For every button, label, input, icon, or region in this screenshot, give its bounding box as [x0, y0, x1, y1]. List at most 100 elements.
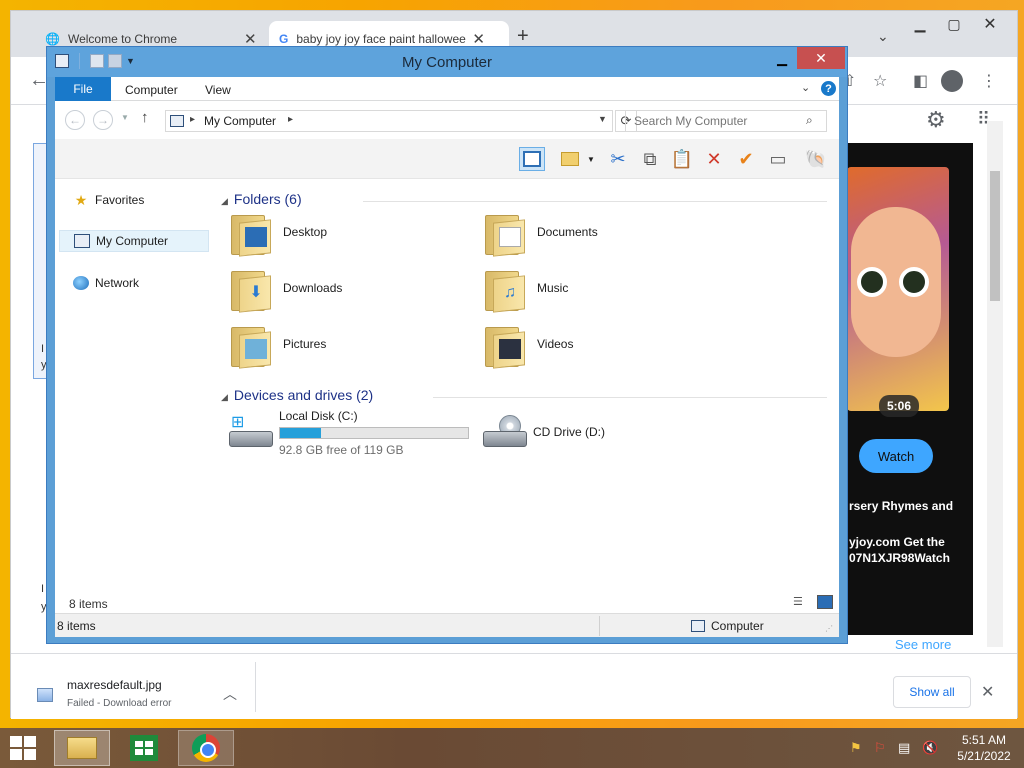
preview-pane-button[interactable] — [519, 147, 545, 171]
downloads-folder-icon: ⬇ — [231, 267, 271, 313]
shell-icon[interactable]: 🐚 — [803, 147, 829, 171]
resize-grip-icon[interactable]: ⋰ — [825, 624, 833, 633]
tab-file[interactable]: File — [55, 77, 111, 101]
computer-icon — [74, 234, 90, 248]
chrome-minimize-button[interactable]: ▁ — [903, 11, 937, 37]
recent-locations-chevron-icon[interactable]: ▼ — [121, 113, 129, 122]
close-button[interactable]: ✕ — [797, 47, 845, 69]
tab-title: Welcome to Chrome — [67, 32, 178, 46]
command-toolbar: ▼ ✂ ⧉ 📋 ✕ ✔ ▭ 🐚 — [55, 139, 839, 179]
cut-icon[interactable]: ✂ — [605, 147, 631, 171]
group-header-devices[interactable]: ◢ Devices and drives (2) — [221, 387, 373, 403]
hard-drive-icon: ⊞ — [227, 415, 275, 451]
address-bar[interactable]: ▸ My Computer ▸ ▼ — [165, 110, 613, 132]
explorer-window: ▼ My Computer ▁ ✕ File Computer View ⌄ ?… — [46, 46, 848, 644]
nav-item-my-computer[interactable]: My Computer — [59, 230, 209, 252]
taskbar: ⚑ ⚐ ▤ 🔇 5:51 AM 5/21/2022 — [0, 728, 1024, 768]
drive-usage-fill — [280, 428, 322, 438]
folder-documents[interactable]: Documents — [479, 209, 719, 259]
folder-downloads[interactable]: ⬇ Downloads — [225, 265, 465, 315]
minimize-button[interactable]: ▁ — [771, 51, 793, 71]
inline-status-area — [55, 591, 839, 613]
page-scrollbar[interactable] — [987, 121, 1003, 647]
volume-muted-icon[interactable]: 🔇 — [922, 740, 938, 756]
search-input[interactable] — [634, 114, 804, 128]
scrollbar-thumb[interactable] — [990, 171, 1000, 301]
rename-check-icon[interactable]: ✔ — [733, 147, 759, 171]
watch-button[interactable]: Watch — [859, 439, 933, 473]
windows-logo-pane — [10, 736, 22, 747]
folder-label: Desktop — [283, 225, 328, 239]
ribbon-tabs: File Computer View ⌄ ? — [55, 77, 839, 101]
help-icon[interactable]: ? — [821, 81, 836, 96]
show-all-button[interactable]: Show all — [893, 676, 971, 708]
search-icon[interactable]: ⌕ — [806, 113, 813, 128]
folder-videos[interactable]: Videos — [479, 321, 719, 371]
folder-label: Music — [537, 281, 569, 295]
delete-icon[interactable]: ✕ — [701, 147, 727, 171]
left-text-fragment: I — [41, 583, 45, 595]
side-panel-icon[interactable]: ◧ — [913, 71, 928, 91]
nav-item-favorites[interactable]: ★ Favorites — [59, 189, 209, 211]
folder-options-dropdown-icon[interactable]: ▼ — [585, 147, 597, 171]
expand-ribbon-chevron-icon[interactable]: ⌄ — [801, 81, 810, 94]
flag-icon[interactable]: ⚑ — [850, 740, 866, 756]
forward-button[interactable]: → — [93, 110, 113, 130]
drive-cd-d[interactable]: CD Drive (D:) — [479, 405, 719, 461]
explorer-titlebar[interactable]: ▼ My Computer ▁ ✕ — [47, 47, 847, 77]
collapse-arrow-icon[interactable]: ◢ — [221, 196, 228, 206]
up-arrow-icon[interactable]: ↑ — [141, 109, 149, 126]
cd-drive-icon — [481, 415, 529, 451]
chrome-menu-icon[interactable]: ⋮ — [981, 71, 997, 91]
desktop-folder-icon — [231, 211, 271, 257]
gear-icon[interactable]: ⚙ — [926, 107, 946, 133]
chrome-maximize-button[interactable]: ▢ — [937, 11, 971, 37]
download-filename[interactable]: maxresdefault.jpg — [67, 678, 162, 692]
details-view-icon[interactable]: ☰ — [793, 595, 809, 609]
close-download-bar-icon[interactable]: ✕ — [981, 682, 994, 702]
taskbar-store[interactable] — [116, 730, 172, 766]
taskbar-file-explorer[interactable] — [54, 730, 110, 766]
see-more-link[interactable]: See more — [895, 637, 951, 652]
network-icon[interactable]: ▤ — [898, 740, 914, 756]
collapse-arrow-icon[interactable]: ◢ — [221, 392, 228, 402]
tab-search-chevron-icon[interactable]: ⌄ — [877, 28, 889, 45]
copy-icon[interactable]: ⧉ — [637, 147, 663, 171]
action-center-icon[interactable]: ⚐ — [874, 740, 890, 756]
paste-icon[interactable]: 📋 — [669, 147, 695, 171]
folder-desktop[interactable]: Desktop — [225, 209, 465, 259]
explorer-client: File Computer View ⌄ ? ← → ▼ ↑ ▸ My Comp… — [55, 77, 839, 637]
folder-music[interactable]: ♫ Music — [479, 265, 719, 315]
properties-icon[interactable]: ▭ — [765, 147, 791, 171]
taskbar-chrome[interactable] — [178, 730, 234, 766]
bookmark-star-icon[interactable]: ☆ — [873, 71, 887, 91]
folder-options-button[interactable] — [557, 147, 583, 171]
video-description-text: 07N1XJR98Watch — [849, 551, 950, 565]
video-description-text: rsery Rhymes and — [849, 499, 954, 513]
clock-time[interactable]: 5:51 AM — [952, 733, 1016, 747]
new-tab-button[interactable]: + — [517, 25, 529, 48]
nav-item-network[interactable]: Network — [59, 272, 209, 294]
tab-view[interactable]: View — [205, 83, 231, 97]
back-button[interactable]: ← — [65, 110, 85, 130]
breadcrumb-chevron-icon[interactable]: ▸ — [190, 114, 195, 125]
pictures-folder-icon — [231, 323, 271, 369]
tab-computer[interactable]: Computer — [125, 83, 178, 97]
breadcrumb-chevron-icon[interactable]: ▸ — [288, 114, 293, 125]
profile-avatar-icon[interactable] — [941, 70, 963, 92]
breadcrumb-my-computer[interactable]: My Computer — [204, 114, 276, 128]
search-box[interactable]: ⌕ — [625, 110, 827, 132]
folder-label: Videos — [537, 337, 574, 351]
chrome-close-button[interactable]: ✕ — [973, 11, 1007, 37]
drive-local-disk-c[interactable]: ⊞ Local Disk (C:) 92.8 GB free of 119 GB — [225, 405, 475, 461]
drive-label: Local Disk (C:) — [279, 409, 358, 423]
group-title: Folders (6) — [233, 191, 302, 207]
clock-date[interactable]: 5/21/2022 — [952, 749, 1016, 763]
address-dropdown-icon[interactable]: ▼ — [598, 114, 607, 124]
group-header-folders[interactable]: ◢ Folders (6) — [221, 191, 302, 207]
folder-pictures[interactable]: Pictures — [225, 321, 465, 371]
chevron-up-icon[interactable]: ︿ — [223, 684, 237, 704]
large-icons-view-icon[interactable] — [817, 595, 833, 609]
start-button[interactable] — [10, 736, 38, 760]
video-thumbnail[interactable]: 5:06 — [847, 167, 949, 417]
